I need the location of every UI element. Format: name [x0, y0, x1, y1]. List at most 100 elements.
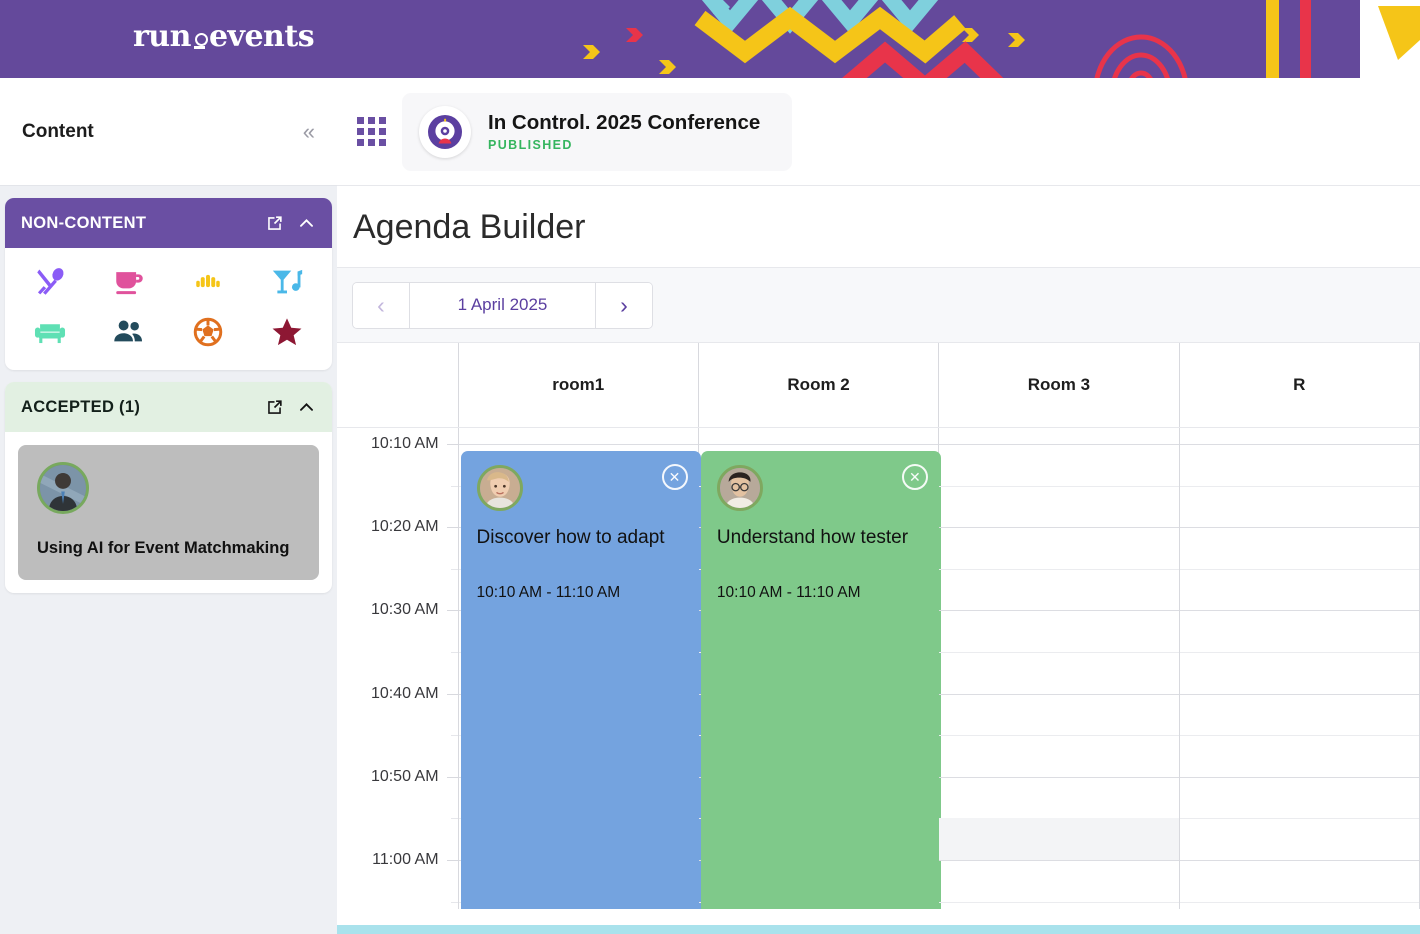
sofa-icon[interactable]	[11, 310, 90, 354]
chevron-up-icon[interactable]	[297, 398, 316, 417]
time-tick	[446, 860, 458, 861]
logo-text-right: events	[208, 19, 315, 54]
time-tick-half	[450, 901, 458, 903]
time-gutter: 10:10 AM 10:20 AM 10:30 AM 10:40 AM 10:50 AM…	[337, 428, 459, 909]
grid-line	[1179, 776, 1419, 778]
main-content: In Control. 2025 Conference PUBLISHED Ag…	[337, 78, 1420, 934]
external-link-icon[interactable]	[265, 398, 284, 417]
room-column-header-1[interactable]: Room 2	[699, 343, 940, 427]
grid-line	[939, 485, 1179, 487]
close-circle-icon[interactable]: ✕	[661, 464, 688, 490]
proposal-card[interactable]: Using AI for Event Matchmaking	[18, 445, 319, 581]
proposal-title: Using AI for Event Matchmaking	[37, 539, 290, 557]
avatar	[476, 465, 523, 511]
event-title: Discover how to adapt	[476, 527, 665, 548]
room-column-1[interactable]: ✕ Understand how tester 10:10 AM - 11:10 A…	[698, 428, 941, 909]
page-title: Agenda Builder	[337, 186, 1420, 268]
room-column-header-0[interactable]: room1	[459, 343, 699, 427]
grid-line	[939, 527, 1179, 529]
room-column-header-3[interactable]: R	[1180, 343, 1420, 427]
time-label: 10:20 AM	[370, 518, 439, 536]
app-grid-icon[interactable]	[357, 117, 386, 146]
room-column-2[interactable]	[939, 428, 1180, 909]
football-icon[interactable]	[169, 310, 248, 354]
sidebar-collapse-button[interactable]: «	[303, 120, 315, 143]
sidebar: Content « NON-CONTENT ACCEPTED (1) Using…	[0, 78, 337, 934]
chevron-left-icon[interactable]: ‹	[353, 282, 410, 328]
grid-line	[939, 860, 1179, 861]
bottom-accent-strip	[337, 925, 1420, 934]
chevron-up-icon[interactable]	[297, 214, 316, 233]
time-tick	[446, 610, 458, 612]
grid-line	[1179, 693, 1419, 695]
grid-line	[939, 901, 1179, 903]
date-nav: ‹ 1 April 2025 ›	[352, 281, 653, 329]
time-tick-half	[450, 818, 458, 820]
calendar-event[interactable]: ✕ Understand how tester 10:10 AM - 11:10 A…	[700, 451, 941, 909]
non-content-icon-grid	[5, 248, 332, 370]
time-label: 10:50 AM	[370, 767, 439, 785]
sidebar-header: Content «	[0, 78, 337, 186]
cocktail-music-icon[interactable]	[247, 260, 326, 304]
time-label: 10:40 AM	[370, 684, 439, 702]
calendar-body: 10:10 AM 10:20 AM 10:30 AM 10:40 AM 10:50 AM…	[337, 428, 1420, 909]
time-tick	[446, 527, 458, 529]
grid-line	[1179, 818, 1419, 820]
time-tick-half	[450, 735, 458, 737]
people-icon[interactable]	[90, 310, 169, 354]
time-tick	[446, 444, 458, 445]
current-date-label[interactable]: 1 April 2025	[410, 283, 595, 328]
chevron-right-icon[interactable]: ›	[595, 282, 652, 328]
grid-line	[1179, 527, 1419, 529]
panel-non-content: NON-CONTENT	[5, 198, 332, 370]
time-tick-half	[450, 568, 458, 570]
time-tick	[446, 776, 458, 778]
calendar-cell-hovered[interactable]	[939, 818, 1179, 860]
time-gutter-header	[337, 343, 459, 427]
room-column-0[interactable]: ✕ Discover how to adapt 10:10 AM - 11:10 A…	[458, 428, 701, 909]
time-tick-half	[450, 652, 458, 653]
external-link-icon[interactable]	[265, 214, 284, 233]
time-label: 10:10 AM	[370, 435, 439, 452]
grid-line	[939, 776, 1179, 778]
time-label: 10:30 AM	[370, 601, 439, 619]
panel-accepted-header[interactable]: ACCEPTED (1)	[5, 382, 332, 432]
event-header-bar: In Control. 2025 Conference PUBLISHED	[337, 78, 1420, 186]
room-column-3[interactable]	[1179, 428, 1420, 909]
grid-line	[939, 610, 1179, 612]
avatar	[716, 465, 763, 511]
close-circle-icon[interactable]: ✕	[901, 464, 928, 490]
status-badge: PUBLISHED	[488, 138, 573, 152]
panel-non-content-header[interactable]: NON-CONTENT	[5, 198, 332, 248]
grid-line	[939, 444, 1179, 445]
coffee-cup-icon[interactable]	[90, 260, 169, 304]
logo-dot-icon	[193, 24, 208, 50]
date-navigation-bar: ‹ 1 April 2025 ›	[337, 268, 1420, 343]
event-selector-chip[interactable]: In Control. 2025 Conference PUBLISHED	[402, 92, 793, 171]
event-name: In Control. 2025 Conference	[488, 111, 761, 134]
accepted-list: Using AI for Event Matchmaking	[5, 432, 332, 593]
star-icon[interactable]	[247, 310, 326, 354]
sidebar-title: Content	[22, 120, 94, 142]
event-time: 10:10 AM - 11:10 AM	[476, 584, 621, 601]
grid-line	[939, 735, 1179, 737]
room-column-header-2[interactable]: Room 3	[939, 343, 1180, 427]
event-time: 10:10 AM - 11:10 AM	[716, 584, 861, 601]
grid-line	[1179, 652, 1419, 653]
time-tick-half	[450, 485, 458, 487]
grid-line	[1179, 610, 1419, 612]
cutlery-icon[interactable]	[11, 260, 90, 304]
time-tick	[446, 693, 458, 695]
panel-non-content-label: NON-CONTENT	[21, 213, 147, 232]
event-title: Understand how tester	[716, 527, 909, 548]
grid-line	[1179, 485, 1419, 487]
brand-logo[interactable]: run events	[133, 19, 315, 54]
calendar-header-row: room1 Room 2 Room 3 R	[337, 343, 1420, 428]
grid-line	[1179, 860, 1419, 861]
croissant-icon[interactable]	[169, 260, 248, 304]
calendar-event[interactable]: ✕ Discover how to adapt 10:10 AM - 11:10 A…	[460, 451, 701, 909]
panel-accepted: ACCEPTED (1) Using AI for Event Matchmak…	[5, 382, 332, 594]
grid-line	[939, 568, 1179, 570]
grid-line	[1179, 901, 1419, 903]
grid-line	[1179, 444, 1419, 445]
